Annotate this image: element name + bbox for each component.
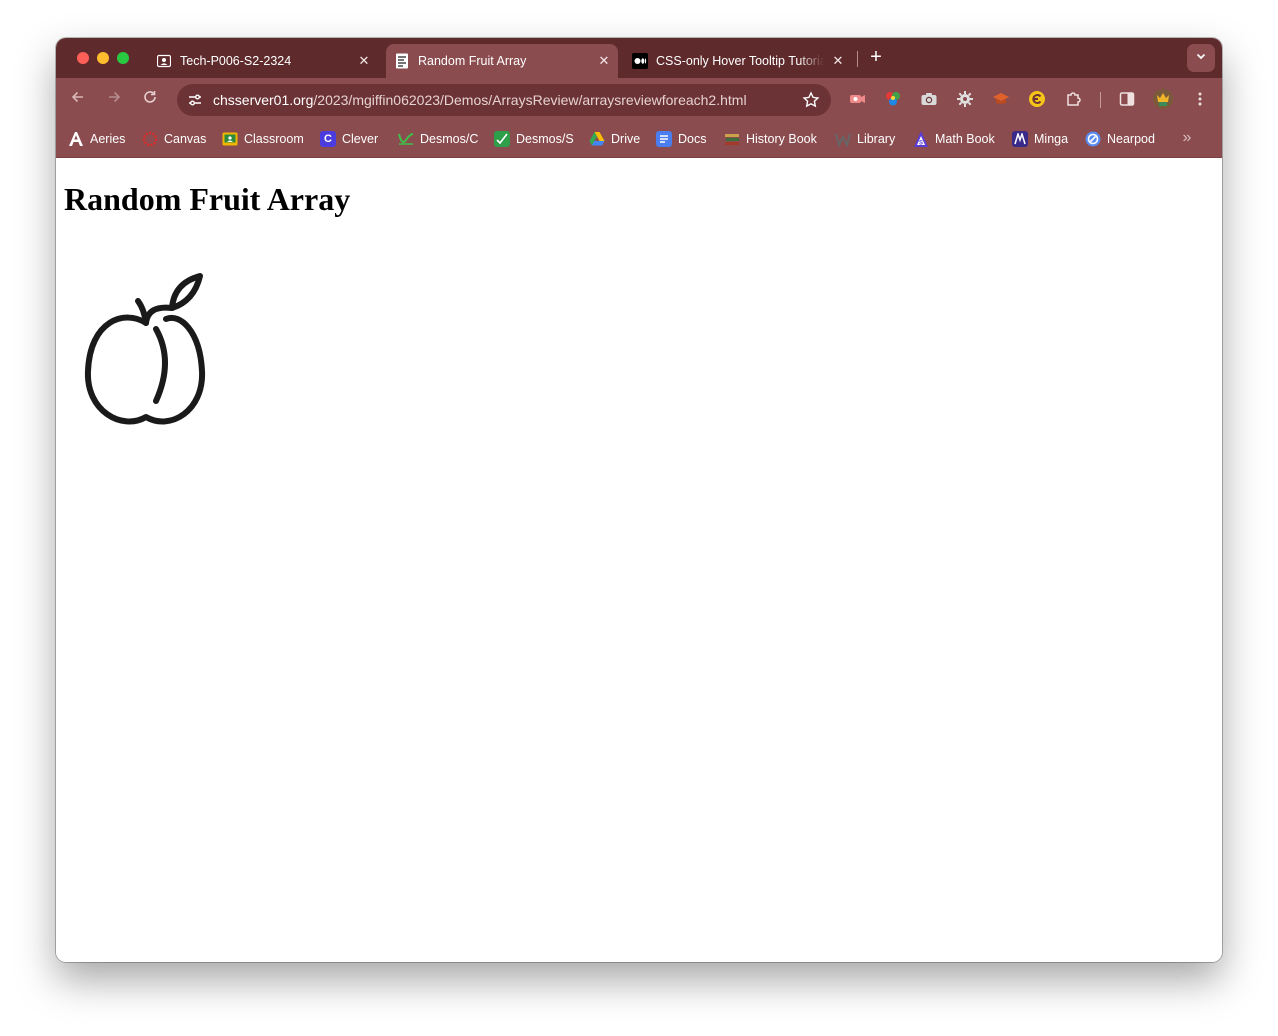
bookmark-label: Docs (678, 132, 707, 146)
page-favicon-icon (394, 53, 410, 69)
url-text[interactable]: chsserver01.org/2023/mgiffin062023/Demos… (213, 92, 747, 108)
bookmark-label: Classroom (244, 132, 304, 146)
clever-icon: C (320, 131, 336, 147)
classroom-icon (222, 131, 238, 147)
medium-icon (632, 53, 648, 69)
back-button[interactable] (66, 87, 90, 111)
bookmark-label: Desmos/C (420, 132, 479, 146)
url-host: chsserver01.org (213, 92, 314, 108)
bookmark-label: Desmos/S (516, 132, 574, 146)
bookmark-desmos-s[interactable]: Desmos/S (494, 130, 574, 148)
url-path: /2023/mgiffin062023/Demos/ArraysReview/a… (313, 92, 747, 108)
camera-extension-icon[interactable] (919, 89, 939, 109)
gear-extension-icon[interactable] (955, 89, 975, 109)
reload-icon (142, 89, 158, 110)
tab-title: Tech-P006-S2-2324 (180, 54, 292, 68)
bookmark-desmos-c[interactable]: Desmos/C (398, 130, 478, 148)
address-bar[interactable]: chsserver01.org/2023/mgiffin062023/Demos… (177, 84, 831, 116)
bookmark-canvas[interactable]: Canvas (142, 130, 206, 148)
bookmark-minga[interactable]: Minga (1012, 130, 1068, 148)
forward-button[interactable] (102, 87, 126, 111)
page-title: Random Fruit Array (64, 181, 351, 217)
reload-button[interactable] (138, 87, 162, 111)
color-picker-extension-icon[interactable] (883, 89, 903, 109)
bookmark-label: Canvas (164, 132, 207, 146)
bookmarks-overflow-button[interactable]: » (1178, 129, 1196, 149)
tab-search-button[interactable] (1187, 44, 1215, 72)
nearpod-icon (1085, 131, 1101, 147)
tab-tech-p006[interactable]: Tech-P006-S2-2324 ✕ (148, 44, 378, 78)
classroom-person-icon (156, 53, 172, 69)
page-content: Random Fruit Array (56, 159, 1222, 962)
toolbar-separator (1100, 92, 1101, 108)
docs-icon (656, 131, 672, 147)
bookmark-history-book[interactable]: History Book (724, 130, 817, 148)
maximize-window-button[interactable] (117, 52, 129, 64)
puzzle-extensions-icon[interactable] (1064, 89, 1084, 109)
tab-random-fruit-array[interactable]: Random Fruit Array ✕ (386, 44, 618, 78)
screencast-extension-icon[interactable] (847, 89, 867, 109)
history-book-icon (724, 131, 740, 147)
chevron-down-icon (1195, 49, 1207, 67)
tab-title: Random Fruit Array (418, 54, 527, 68)
bookmark-label: Math Book (935, 132, 995, 146)
svg-text:S: S (919, 141, 923, 147)
drive-icon (589, 131, 605, 147)
desmos-c-icon (398, 131, 414, 147)
tab-css-tooltip[interactable]: CSS-only Hover Tooltip Tutorial ✕ (624, 44, 852, 78)
tab-strip: Tech-P006-S2-2324 ✕ Random Fruit Array ✕… (56, 38, 1222, 78)
canvas-icon (142, 131, 158, 147)
side-panel-icon[interactable] (1117, 89, 1137, 109)
bookmark-drive[interactable]: Drive (589, 130, 640, 148)
more-menu-icon[interactable] (1190, 89, 1210, 109)
bookmark-star-icon[interactable] (801, 90, 821, 110)
bookmarks-bar: Aeries Canvas Classroom C Clever Desmos/… (56, 120, 1222, 158)
minga-icon (1012, 131, 1028, 147)
toolbar: chsserver01.org/2023/mgiffin062023/Demos… (56, 78, 1222, 120)
tab-close-icon[interactable]: ✕ (356, 53, 372, 69)
bookmark-label: Aeries (90, 132, 126, 146)
bookmark-label: Nearpod (1107, 132, 1155, 146)
c-extension-icon[interactable] (1027, 89, 1047, 109)
tab-close-icon[interactable]: ✕ (830, 53, 846, 69)
profile-avatar-icon[interactable] (1153, 89, 1173, 109)
bookmark-label: History Book (746, 132, 817, 146)
peach-icon (84, 273, 206, 425)
library-icon (835, 131, 851, 147)
bookmark-label: Minga (1034, 132, 1069, 146)
bookmark-label: Clever (342, 132, 379, 146)
bookmark-classroom[interactable]: Classroom (222, 130, 304, 148)
site-info-icon[interactable] (183, 88, 207, 112)
bookmark-math-book[interactable]: S Math Book (913, 130, 995, 148)
math-book-icon: S (913, 131, 929, 147)
graduation-cap-extension-icon[interactable] (991, 89, 1011, 109)
tab-close-icon[interactable]: ✕ (596, 53, 612, 69)
close-window-button[interactable] (77, 52, 89, 64)
bookmark-aeries[interactable]: Aeries (68, 130, 125, 148)
bookmark-clever[interactable]: C Clever (320, 130, 378, 148)
bookmark-label: Drive (611, 132, 641, 146)
bookmark-library[interactable]: Library (835, 130, 895, 148)
browser-window: Tech-P006-S2-2324 ✕ Random Fruit Array ✕… (56, 38, 1222, 962)
aeries-icon (68, 131, 84, 147)
minimize-window-button[interactable] (97, 52, 109, 64)
bookmark-docs[interactable]: Docs (656, 130, 706, 148)
arrow-right-icon (106, 89, 122, 110)
tab-separator (857, 51, 858, 67)
bookmark-label: Library (857, 132, 896, 146)
bookmark-nearpod[interactable]: Nearpod (1085, 130, 1155, 148)
desmos-s-icon (494, 131, 510, 147)
arrow-left-icon (70, 89, 86, 110)
new-tab-button[interactable]: + (866, 47, 886, 68)
tab-title: CSS-only Hover Tooltip Tutorial (656, 54, 824, 68)
